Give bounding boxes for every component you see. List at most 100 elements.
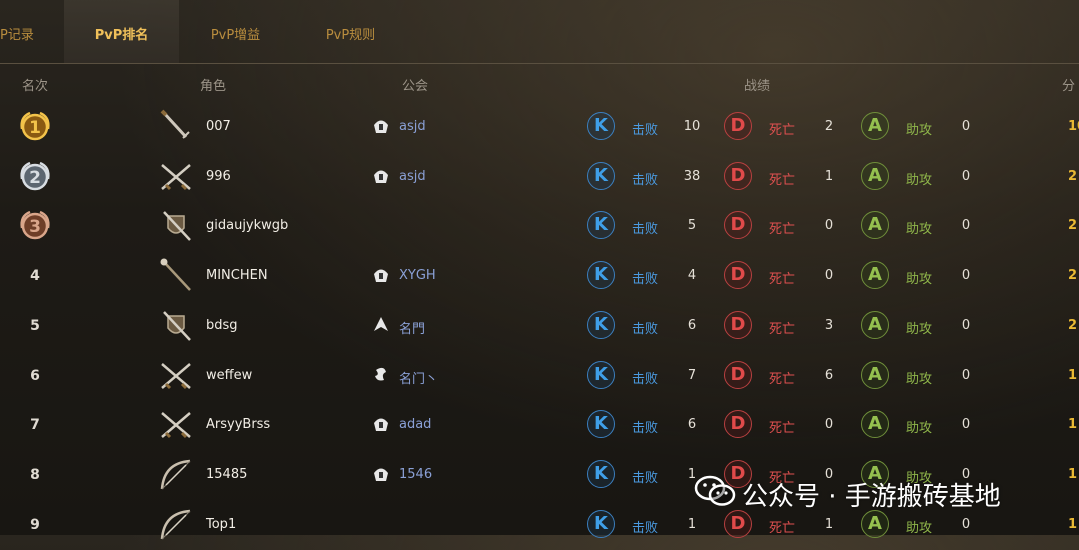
rank-number: 1: [29, 118, 41, 138]
kill-label: 击败: [632, 123, 659, 138]
header-rank: 名次: [22, 79, 49, 94]
header-role: 角色: [200, 79, 227, 94]
kill-count: 5: [687, 218, 697, 234]
dual-blades-icon: [161, 412, 191, 439]
death-label: 死亡: [769, 272, 796, 288]
guild-name[interactable]: 1546: [399, 467, 432, 482]
helmet-emblem-icon: [374, 170, 388, 183]
death-label: 死亡: [769, 520, 796, 536]
death-badge-icon: D: [724, 509, 752, 538]
guild-name[interactable]: 名门丶: [399, 368, 438, 387]
assist-count: 0: [961, 119, 971, 134]
kill-badge-icon: K: [587, 261, 615, 290]
ranking-row[interactable]: 6 weffew 名门丶 K 击败 7 D 死亡 6 A 助攻 0 1: [0, 351, 1079, 401]
assist-label: 助攻: [906, 222, 933, 238]
ranking-row[interactable]: 5 bdsg 名門 K 击败 6 D 死亡 3 A 助攻 0 2: [0, 301, 1079, 351]
player-name[interactable]: gidaujykwgb: [206, 218, 288, 233]
player-name[interactable]: MINCHEN: [206, 268, 268, 283]
dual-blades-icon: [161, 362, 191, 389]
rank-number: 9: [30, 516, 40, 533]
guild-name[interactable]: asjd: [399, 119, 426, 134]
tab-pvp-rules[interactable]: PvP规则: [293, 0, 408, 63]
player-name[interactable]: Top1: [206, 517, 236, 532]
kill-count: 6: [687, 417, 697, 433]
helmet-emblem-icon: [374, 468, 388, 481]
dagger-icon: [160, 109, 190, 139]
sword-shield-icon: [163, 211, 191, 242]
player-name[interactable]: 15485: [206, 467, 247, 482]
assist-label: 助攻: [906, 421, 933, 437]
rank-medal-icon: 3: [20, 211, 50, 240]
assist-count: 0: [961, 218, 971, 234]
ranking-row[interactable]: 3 gidaujykwgb K 击败 5 D 死亡 0 A 助攻 0 2: [0, 201, 1079, 251]
assist-label: 助攻: [906, 371, 933, 387]
rank-medal-icon: 1: [20, 111, 50, 141]
assist-label: 助攻: [906, 123, 933, 138]
death-count: 0: [824, 218, 834, 234]
guild-name[interactable]: adad: [399, 417, 431, 432]
death-count: 6: [824, 367, 834, 383]
rank-number: 6: [30, 367, 40, 384]
kill-label: 击败: [632, 421, 659, 437]
score-value: 2: [1068, 168, 1078, 184]
ranking-row[interactable]: 7 ArsyyBrss adad K 击败 6 D 死亡 0 A 助攻 0 1: [0, 400, 1079, 450]
score-value: 10: [1068, 119, 1079, 134]
rank-number: 3: [29, 217, 41, 237]
rank-number: 2: [29, 168, 41, 188]
kill-badge-icon: K: [587, 112, 615, 140]
kill-label: 击败: [632, 272, 659, 288]
assist-badge-icon: A: [861, 161, 889, 190]
assist-badge-icon: A: [861, 211, 889, 240]
ranking-row[interactable]: 1 007 asjd K 击败 10 D 死亡 2 A 助攻 0 10: [0, 102, 1079, 152]
score-value: 2: [1068, 218, 1078, 234]
guild-name[interactable]: 名門: [399, 318, 425, 337]
score-value: 2: [1068, 268, 1078, 284]
assist-count: 0: [961, 516, 971, 532]
tab-pvp-ranking[interactable]: PvP排名: [64, 0, 179, 63]
sword-shield-icon: [163, 310, 191, 341]
kill-count: 38: [683, 168, 701, 184]
death-badge-icon: D: [724, 261, 752, 290]
rank-number: 7: [30, 417, 40, 434]
score-value: 1: [1068, 516, 1078, 532]
assist-label: 助攻: [906, 172, 933, 188]
player-name[interactable]: weffew: [206, 368, 252, 383]
death-count: 3: [824, 317, 834, 333]
death-badge-icon: D: [724, 161, 752, 190]
rank-medal-icon: 2: [20, 161, 50, 190]
guild-name[interactable]: asjd: [399, 169, 426, 184]
score-value: 1: [1068, 367, 1078, 383]
kill-badge-icon: K: [587, 211, 615, 240]
kill-badge-icon: K: [587, 161, 615, 190]
kill-count: 10: [683, 119, 701, 134]
helmet-emblem-icon: [374, 120, 388, 133]
player-name[interactable]: bdsg: [206, 318, 238, 333]
tab-pvp-buff[interactable]: PvP增益: [178, 0, 293, 63]
score-value: 1: [1068, 466, 1078, 482]
death-count: 1: [824, 516, 834, 532]
kill-badge-icon: K: [587, 310, 615, 339]
ranking-row[interactable]: 2 996 asjd K 击败 38 D 死亡 1 A 助攻 0 2: [0, 152, 1079, 202]
kill-count: 7: [687, 367, 697, 383]
assist-count: 0: [961, 417, 971, 433]
player-name[interactable]: 007: [206, 119, 231, 134]
kill-label: 击败: [632, 470, 659, 486]
assist-count: 0: [961, 268, 971, 284]
tab-pvp-record[interactable]: P记录: [0, 0, 44, 63]
death-badge-icon: D: [724, 310, 752, 339]
death-badge-icon: D: [724, 112, 752, 140]
player-name[interactable]: 996: [206, 169, 231, 184]
ranking-row[interactable]: 4 MINCHEN XYGH K 击败 4 D 死亡 0 A 助攻 0 2: [0, 251, 1079, 301]
kill-label: 击败: [632, 321, 659, 337]
player-name[interactable]: ArsyyBrss: [206, 417, 270, 432]
kill-badge-icon: K: [587, 509, 615, 538]
death-badge-icon: D: [724, 410, 752, 439]
bow-icon: [160, 509, 191, 539]
death-label: 死亡: [769, 172, 796, 188]
kill-badge-icon: K: [587, 360, 615, 389]
rank-number: 4: [30, 268, 40, 285]
tab-bar: P记录 PvP排名 PvP增益 PvP规则: [0, 0, 1079, 63]
tab-divider: [0, 63, 1079, 64]
guild-name[interactable]: XYGH: [399, 268, 436, 283]
assist-badge-icon: A: [861, 261, 889, 290]
